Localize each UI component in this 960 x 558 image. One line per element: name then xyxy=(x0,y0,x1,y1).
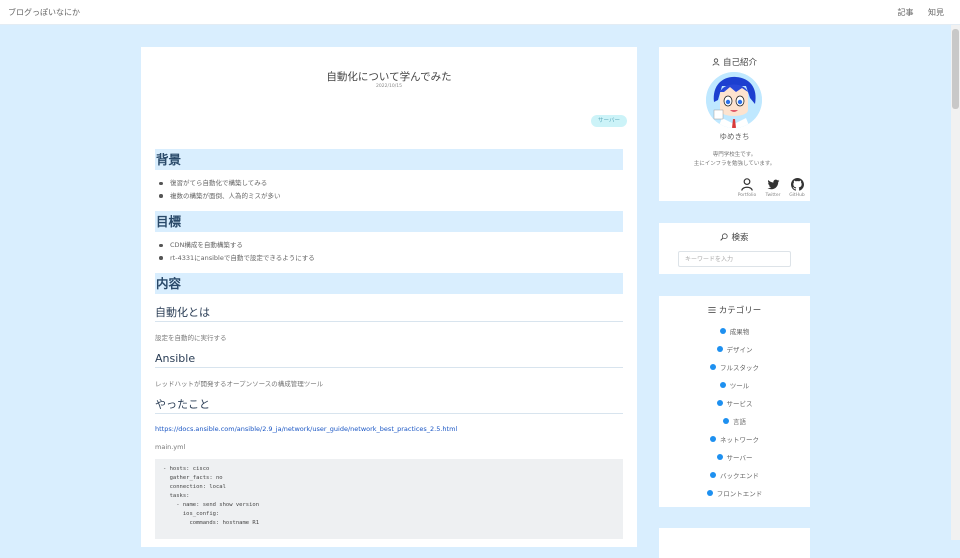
heading-ansible: Ansible xyxy=(155,351,623,368)
profile-title-text: 自己紹介 xyxy=(722,58,757,68)
article-card: 自動化について学んでみた 2022/10/15 サーバー 背景 復習がてら自動化… xyxy=(141,47,637,547)
list-item: 複数の構築が面倒、人為的ミスが多い xyxy=(155,190,281,203)
person-icon xyxy=(712,58,720,66)
search-title-text: 検索 xyxy=(731,233,749,243)
category-item[interactable]: ツール xyxy=(659,379,810,397)
profile-title: 自己紹介 xyxy=(659,56,810,68)
profile-card: 自己紹介 ゆめきち 専門学校生です。 主にインフラを勉強しています。 Portf… xyxy=(659,47,810,201)
list-item: rt-4331にansibleで自動で設定できるようにする xyxy=(155,252,315,265)
category-item[interactable]: ネットワーク xyxy=(659,433,810,451)
category-item[interactable]: フルスタック xyxy=(659,361,810,379)
category-label: 成果物 xyxy=(729,328,750,336)
avatar xyxy=(706,72,762,128)
ansible-docs-link[interactable]: https://docs.ansible.com/ansible/2.9_ja/… xyxy=(155,425,457,433)
goal-list: CDN構成を自動構築する rt-4331にansibleで自動で設定できるように… xyxy=(155,239,315,264)
scrollbar-thumb[interactable] xyxy=(952,29,959,109)
portfolio-link[interactable]: Portfolio xyxy=(735,178,759,198)
bullet-dot-icon xyxy=(719,382,726,388)
search-icon xyxy=(720,233,729,241)
profile-name: ゆめきち xyxy=(719,132,750,141)
code-filename: main.yml xyxy=(155,443,186,451)
site-brand-link[interactable]: ブログっぽいなにか xyxy=(8,7,80,18)
person-icon xyxy=(741,178,753,191)
portfolio-label: Portfolio xyxy=(737,193,757,198)
heading-content: 内容 xyxy=(155,273,623,294)
category-item[interactable]: バックエンド xyxy=(659,469,810,487)
category-list: 成果物 デザイン フルスタック ツール サービス 言語 ネットワーク サーバー … xyxy=(659,325,810,505)
bullet-dot-icon xyxy=(710,436,716,442)
twitter-link[interactable]: Twitter xyxy=(761,178,785,198)
ansible-text: レッドハットが開発するオープンソースの構成管理ツール xyxy=(155,380,324,388)
top-navbar: ブログっぽいなにか 記事 知見 xyxy=(0,0,960,25)
bullet-dot-icon xyxy=(710,472,716,478)
category-label: バックエンド xyxy=(720,472,759,480)
twitter-icon xyxy=(767,179,779,190)
category-label: 言語 xyxy=(733,418,746,426)
bullet-dot-icon xyxy=(706,490,713,496)
heading-background: 背景 xyxy=(155,149,623,170)
list-item: CDN構成を自動構築する xyxy=(155,239,315,252)
list-item: 復習がてら自動化で構築してみる xyxy=(155,177,281,190)
code-block: - hosts: cisco gather_facts: no connecti… xyxy=(155,459,623,539)
profile-links: Portfolio Twitter GitHub xyxy=(735,178,805,202)
article-tag-badge[interactable]: サーバー xyxy=(591,115,627,127)
category-label: フルスタック xyxy=(720,364,759,372)
category-label: サーバー xyxy=(726,454,753,462)
category-item[interactable]: サーバー xyxy=(659,451,810,469)
category-label: ネットワーク xyxy=(720,436,759,444)
heading-goal: 目標 xyxy=(155,211,623,232)
category-item[interactable]: フロントエンド xyxy=(659,487,810,505)
profile-desc-line: 主にインフラを勉強しています。 xyxy=(693,161,776,167)
profile-description: 専門学校生です。 主にインフラを勉強しています。 xyxy=(659,151,810,169)
category-item[interactable]: デザイン xyxy=(659,343,810,361)
search-title: 検索 xyxy=(659,231,810,243)
nav-link-articles[interactable]: 記事 xyxy=(897,8,913,17)
heading-done: やったこと xyxy=(155,397,623,414)
bullet-dot-icon xyxy=(716,454,723,460)
categories-title: カテゴリー xyxy=(659,304,810,316)
github-icon xyxy=(790,178,804,191)
bullet-dot-icon xyxy=(710,364,716,370)
github-link[interactable]: GitHub xyxy=(785,178,809,198)
article-title: 自動化について学んでみた xyxy=(326,71,452,83)
category-label: サービス xyxy=(726,400,753,408)
bullet-dot-icon xyxy=(719,328,726,334)
bullet-dot-icon xyxy=(716,346,723,352)
search-card: 検索 xyxy=(659,223,810,274)
automation-text: 設定を自動的に実行する xyxy=(155,334,227,342)
github-label: GitHub xyxy=(789,193,805,198)
heading-automation: 自動化とは xyxy=(155,305,623,322)
categories-title-text: カテゴリー xyxy=(718,306,762,316)
nav-links: 記事 知見 xyxy=(885,7,944,18)
nav-link-knowledge[interactable]: 知見 xyxy=(928,8,944,17)
category-label: デザイン xyxy=(726,346,753,354)
background-list: 復習がてら自動化で構築してみる 複数の構築が面倒、人為的ミスが多い xyxy=(155,177,281,202)
scrollbar[interactable] xyxy=(951,25,960,540)
profile-desc-line: 専門学校生です。 xyxy=(712,152,757,158)
bullet-dot-icon xyxy=(723,418,729,424)
bullet-dot-icon xyxy=(716,400,723,406)
category-label: フロントエンド xyxy=(716,490,763,498)
article-date: 2022/10/15 xyxy=(376,84,402,89)
search-input[interactable] xyxy=(678,251,791,267)
menu-icon xyxy=(708,307,716,313)
categories-card: カテゴリー 成果物 デザイン フルスタック ツール サービス 言語 ネットワーク… xyxy=(659,296,810,507)
twitter-label: Twitter xyxy=(765,193,781,198)
category-item[interactable]: サービス xyxy=(659,397,810,415)
tags-card xyxy=(659,528,810,558)
category-item[interactable]: 成果物 xyxy=(659,325,810,343)
category-label: ツール xyxy=(729,382,750,390)
category-item[interactable]: 言語 xyxy=(659,415,810,433)
